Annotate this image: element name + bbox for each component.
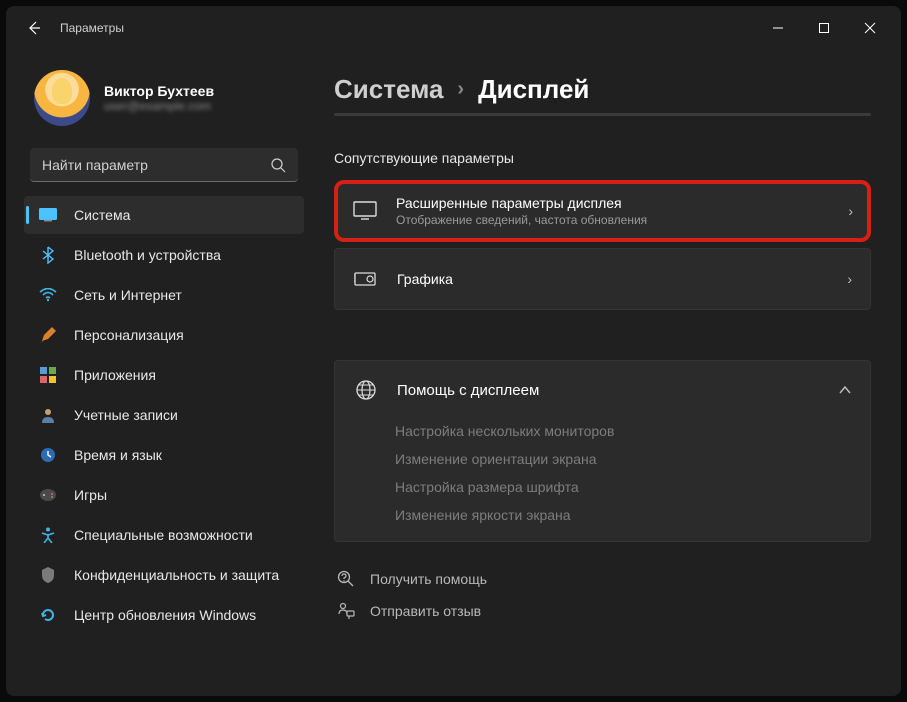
feedback-icon [336,602,356,620]
header-divider [334,113,871,116]
card-title: Графика [397,271,829,287]
apps-icon [38,365,58,385]
get-help-link[interactable]: Получить помощь [336,570,869,588]
nav-label: Центр обновления Windows [74,607,256,623]
maximize-button[interactable] [801,12,847,44]
globe-icon [353,377,379,403]
sidebar: Виктор Бухтеев user@example.com Система … [6,50,316,696]
nav-time-language[interactable]: Время и язык [24,436,304,474]
nav-label: Конфиденциальность и защита [74,567,279,583]
card-title: Расширенные параметры дисплея [396,195,830,211]
back-arrow-icon [26,20,42,36]
main-panel: Система › Дисплей Сопутствующие параметр… [316,50,901,696]
breadcrumb-current: Дисплей [478,74,589,105]
nav-gaming[interactable]: Игры [24,476,304,514]
bluetooth-icon [38,245,58,265]
nav-accessibility[interactable]: Специальные возможности [24,516,304,554]
help-link-orientation[interactable]: Изменение ориентации экрана [395,451,852,467]
nav-network[interactable]: Сеть и Интернет [24,276,304,314]
nav-windows-update[interactable]: Центр обновления Windows [24,596,304,634]
nav-accounts[interactable]: Учетные записи [24,396,304,434]
graphics-card[interactable]: Графика › [334,248,871,310]
card-subtitle: Отображение сведений, частота обновления [396,213,830,227]
help-links: Настройка нескольких мониторов Изменение… [335,419,870,541]
help-title: Помощь с дисплеем [397,382,820,399]
footer-links: Получить помощь Отправить отзыв [334,570,871,620]
nav-bluetooth[interactable]: Bluetooth и устройства [24,236,304,274]
accessibility-icon [38,525,58,545]
chevron-right-icon: › [457,78,464,101]
time-icon [38,445,58,465]
nav-label: Учетные записи [74,407,178,423]
breadcrumb: Система › Дисплей [334,74,871,105]
nav-label: Приложения [74,367,156,383]
search-input[interactable] [42,157,270,173]
search-box[interactable] [30,148,298,182]
maximize-icon [818,22,830,34]
minimize-icon [772,22,784,34]
chevron-right-icon: › [848,203,853,219]
personalization-icon [38,325,58,345]
search-icon [270,157,286,173]
display-icon [352,198,378,224]
gaming-icon [38,485,58,505]
avatar [34,70,90,126]
footer-label: Получить помощь [370,571,487,587]
graphics-icon [353,266,379,292]
nav-label: Персонализация [74,327,184,343]
help-link-font-size[interactable]: Настройка размера шрифта [395,479,852,495]
nav-label: Сеть и Интернет [74,287,182,303]
close-icon [864,22,876,34]
nav-label: Время и язык [74,447,162,463]
nav-system[interactable]: Система [24,196,304,234]
nav-apps[interactable]: Приложения [24,356,304,394]
window-title: Параметры [60,21,124,35]
section-related-title: Сопутствующие параметры [334,150,871,166]
titlebar: Параметры [6,6,901,50]
help-panel: Помощь с дисплеем Настройка нескольких м… [334,360,871,542]
nav-label: Специальные возможности [74,527,253,543]
system-icon [38,205,58,225]
profile-email: user@example.com [104,99,214,113]
minimize-button[interactable] [755,12,801,44]
accounts-icon [38,405,58,425]
back-button[interactable] [18,12,50,44]
profile-block[interactable]: Виктор Бухтеев user@example.com [20,62,308,142]
update-icon [38,605,58,625]
help-link-multiple-monitors[interactable]: Настройка нескольких мониторов [395,423,852,439]
content: Виктор Бухтеев user@example.com Система … [6,50,901,696]
chevron-right-icon: › [847,271,852,287]
breadcrumb-parent[interactable]: Система [334,74,443,105]
nav-label: Bluetooth и устройства [74,247,221,263]
privacy-icon [38,565,58,585]
nav-personalization[interactable]: Персонализация [24,316,304,354]
close-button[interactable] [847,12,893,44]
nav-label: Игры [74,487,107,503]
chevron-up-icon [838,385,852,395]
nav-list: Система Bluetooth и устройства Сеть и Ин… [20,196,308,634]
nav-privacy[interactable]: Конфиденциальность и защита [24,556,304,594]
footer-label: Отправить отзыв [370,603,481,619]
help-link-brightness[interactable]: Изменение яркости экрана [395,507,852,523]
help-icon [336,570,356,588]
settings-window: Параметры Виктор Бухтеев user@example.co… [6,6,901,696]
feedback-link[interactable]: Отправить отзыв [336,602,869,620]
profile-name: Виктор Бухтеев [104,83,214,99]
nav-label: Система [74,207,130,223]
wifi-icon [38,285,58,305]
advanced-display-card[interactable]: Расширенные параметры дисплея Отображени… [334,180,871,242]
help-header[interactable]: Помощь с дисплеем [335,361,870,419]
